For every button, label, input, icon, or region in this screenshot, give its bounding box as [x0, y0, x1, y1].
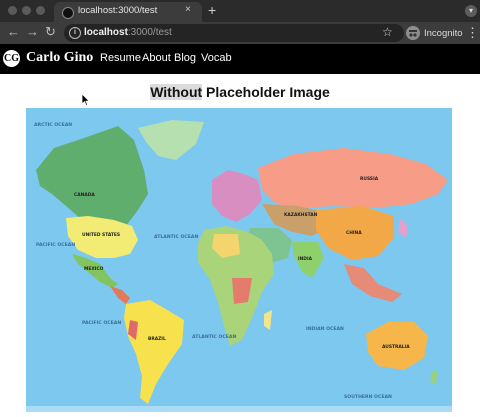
- url-text[interactable]: localhost:3000/test: [84, 27, 172, 38]
- nav-link-about[interactable]: About: [142, 52, 171, 64]
- country-label-mexico: MEXICO: [84, 266, 104, 272]
- site-navbar: CG Carlo Gino Resume About Blog Vocab: [0, 44, 480, 74]
- nav-link-resume[interactable]: Resume: [100, 52, 141, 64]
- window-maximize-dot[interactable]: [36, 6, 45, 15]
- country-label-australia: AUSTRALIA: [382, 344, 410, 350]
- forward-arrow-icon[interactable]: →: [26, 24, 39, 39]
- country-label-china: CHINA: [346, 230, 362, 236]
- ocean-label-pacific-south: PACIFIC OCEAN: [82, 320, 121, 326]
- favicon-icon: [62, 7, 74, 19]
- ocean-label-southern: SOUTHERN OCEAN: [344, 394, 392, 400]
- ocean-label-atlantic-south: ATLANTIC OCEAN: [192, 334, 236, 340]
- window-close-dot[interactable]: [8, 6, 17, 15]
- url-host: localhost: [84, 27, 128, 38]
- page-heading: Without Placeholder Image: [0, 84, 480, 100]
- bookmark-star-icon[interactable]: ☆: [382, 25, 393, 39]
- southern-ice: [26, 406, 452, 412]
- ocean-label-atlantic-north: ATLANTIC OCEAN: [154, 234, 198, 240]
- browser-toolbar: ← → ↻ i localhost:3000/test ☆ Incognito …: [0, 22, 480, 44]
- country-label-canada: CANADA: [74, 192, 95, 198]
- incognito-icon[interactable]: [406, 26, 420, 40]
- brand-name[interactable]: Carlo Gino: [26, 50, 93, 66]
- tab-close-icon[interactable]: ×: [185, 4, 191, 15]
- ocean-label-pacific-north: PACIFIC OCEAN: [36, 242, 75, 248]
- country-label-russia: RUSSIA: [360, 176, 379, 182]
- nav-link-blog[interactable]: Blog: [174, 52, 196, 64]
- ocean-label-indian: INDIAN OCEAN: [306, 326, 344, 332]
- world-map-image: ARCTIC OCEAN PACIFIC OCEAN ATLANTIC OCEA…: [26, 108, 452, 412]
- browser-tab-strip: localhost:3000/test × + ▾: [0, 0, 480, 22]
- address-bar[interactable]: i localhost:3000/test ☆: [64, 24, 404, 42]
- country-label-india: INDIA: [298, 256, 313, 262]
- tab-title: localhost:3000/test: [78, 5, 158, 16]
- site-logo[interactable]: CG: [3, 50, 20, 67]
- web-page: CG Carlo Gino Resume About Blog Vocab Wi…: [0, 44, 480, 417]
- window-minimize-dot[interactable]: [22, 6, 31, 15]
- heading-highlight: Without: [150, 84, 203, 100]
- heading-text: Placeholder Image: [202, 84, 330, 100]
- ocean-label-arctic: ARCTIC OCEAN: [34, 122, 72, 128]
- browser-tab[interactable]: localhost:3000/test ×: [54, 2, 202, 22]
- country-label-brazil: BRAZIL: [148, 336, 166, 342]
- site-info-icon[interactable]: i: [69, 27, 81, 39]
- url-path: :3000/test: [127, 27, 172, 38]
- tab-search-icon[interactable]: ▾: [465, 5, 477, 17]
- reload-icon[interactable]: ↻: [45, 24, 56, 40]
- country-label-kazakhstan: KAZAKHSTAN: [284, 212, 318, 218]
- new-tab-button[interactable]: +: [208, 2, 216, 18]
- incognito-label: Incognito: [424, 28, 463, 39]
- back-arrow-icon[interactable]: ←: [7, 24, 20, 39]
- country-label-united-states: UNITED STATES: [82, 232, 120, 238]
- browser-menu-icon[interactable]: ⋮: [466, 25, 479, 41]
- nav-link-vocab[interactable]: Vocab: [201, 52, 232, 64]
